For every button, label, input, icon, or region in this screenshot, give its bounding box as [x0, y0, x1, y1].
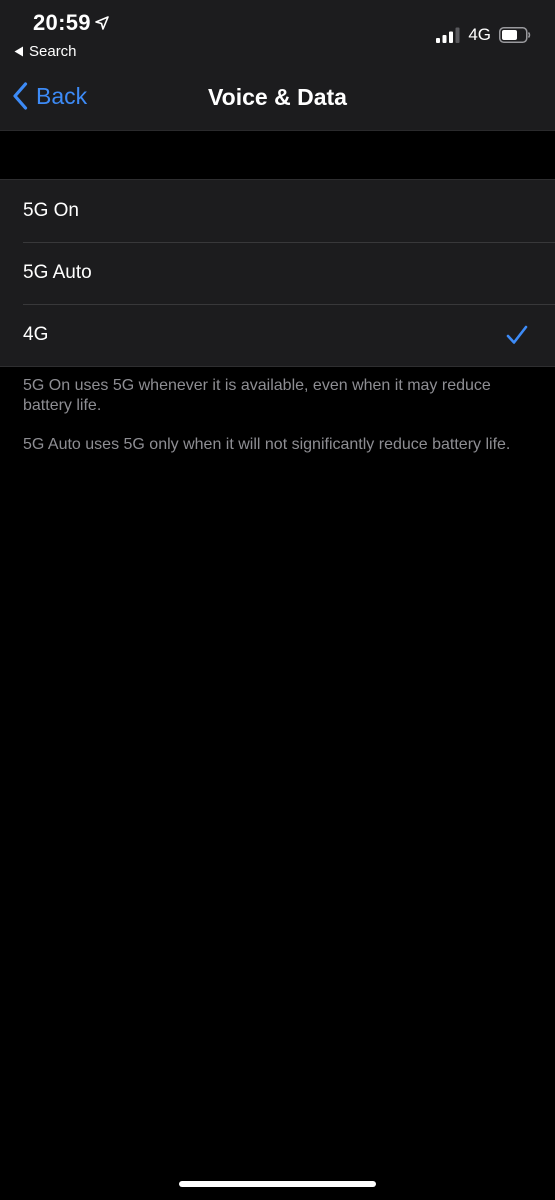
option-5g-on[interactable]: 5G On	[0, 180, 555, 242]
status-indicators: 4G	[436, 25, 531, 45]
location-arrow-icon	[94, 16, 109, 30]
cellular-signal-icon	[436, 27, 460, 43]
footnote-5g-auto: 5G Auto uses 5G only when it will not si…	[23, 436, 511, 453]
option-label: 5G Auto	[23, 262, 92, 283]
option-label: 5G On	[23, 200, 79, 221]
network-type-label: 4G	[468, 25, 491, 44]
back-to-app-label: Search	[29, 43, 77, 60]
option-4g[interactable]: 4G	[0, 304, 555, 366]
home-indicator	[179, 1181, 376, 1187]
back-to-app-link[interactable]: Search	[14, 43, 77, 60]
voice-data-options-list: 5G On 5G Auto 4G	[0, 179, 555, 367]
checkmark-icon	[506, 325, 528, 345]
battery-icon	[499, 27, 531, 43]
page-title: Voice & Data	[208, 84, 347, 110]
status-time-text: 20:59	[33, 10, 91, 35]
option-label: 4G	[23, 324, 49, 345]
back-triangle-icon	[14, 46, 24, 57]
option-5g-auto[interactable]: 5G Auto	[0, 242, 555, 304]
header-bar: 20:59 Search 4G Back Voice & Data	[0, 0, 555, 131]
status-time: 20:59	[33, 10, 109, 36]
footnote-5g-on: 5G On uses 5G whenever it is available, …	[23, 377, 491, 414]
